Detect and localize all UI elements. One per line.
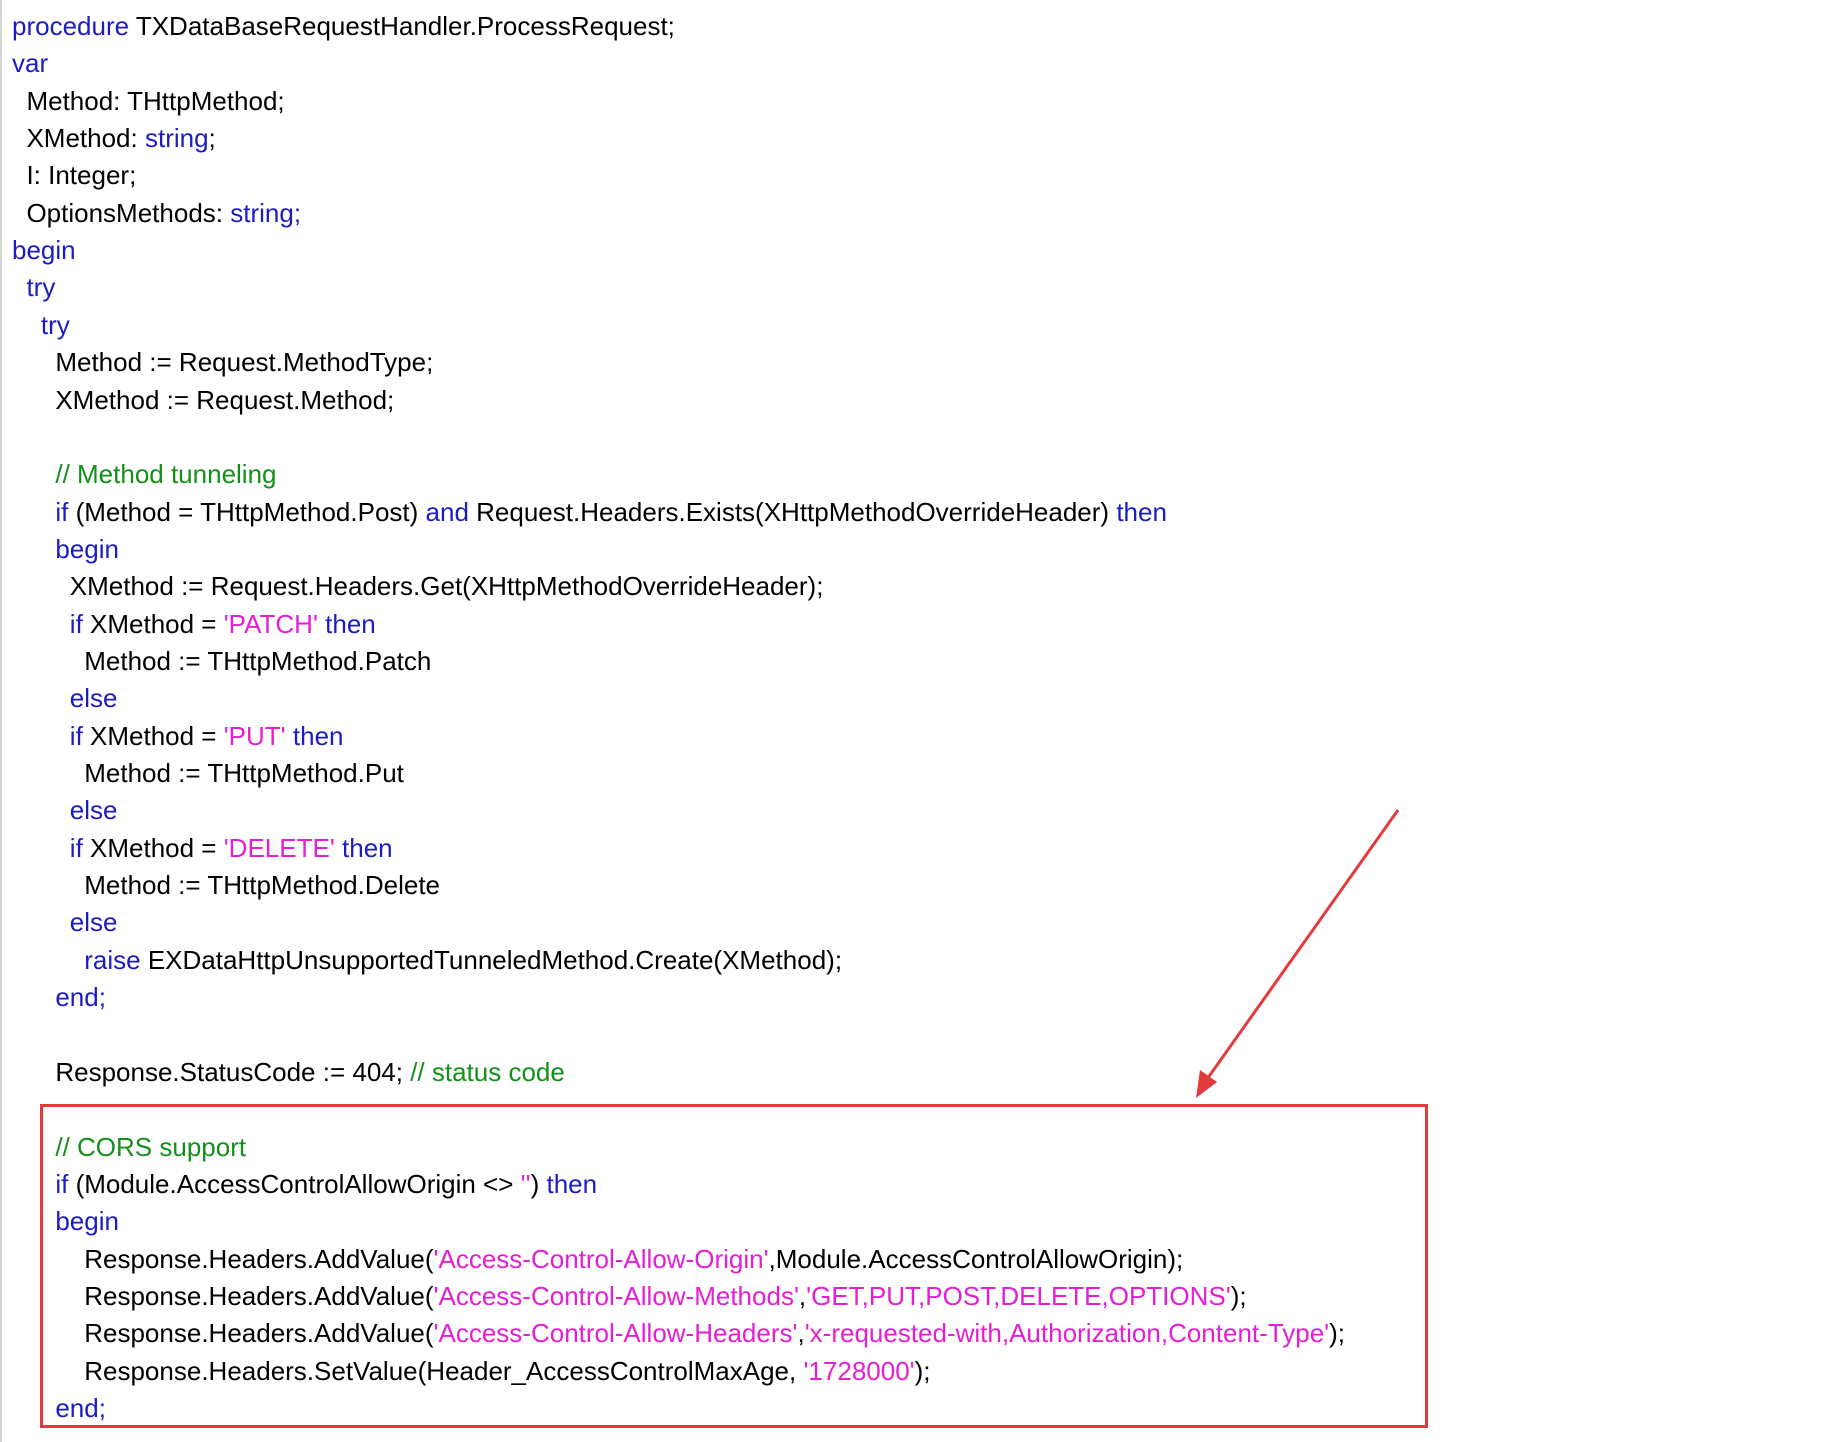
code-token: raise bbox=[84, 944, 141, 975]
code-token: XMethod := Request.Method; bbox=[12, 384, 395, 415]
code-token: (Method = THttpMethod.Post) bbox=[68, 496, 426, 527]
code-line: raise EXDataHttpUnsupportedTunneledMetho… bbox=[12, 942, 842, 979]
code-token: begin bbox=[55, 533, 119, 564]
code-line: else bbox=[12, 904, 118, 941]
code-token: // status code bbox=[410, 1056, 565, 1087]
code-line: Method := THttpMethod.Put bbox=[12, 755, 404, 792]
code-line: XMethod := Request.Method; bbox=[12, 382, 394, 419]
code-token: then bbox=[1116, 496, 1167, 527]
code-token: if bbox=[69, 832, 83, 863]
code-token: var bbox=[12, 48, 49, 79]
code-line: Method := Request.MethodType; bbox=[12, 344, 433, 381]
code-line: else bbox=[12, 680, 118, 717]
code-token: string bbox=[144, 123, 209, 154]
code-token: and bbox=[425, 496, 469, 527]
code-line: I: Integer; bbox=[12, 157, 136, 194]
code-token: ; bbox=[208, 123, 216, 154]
code-token: Method := Request.MethodType; bbox=[12, 347, 434, 378]
code-token: try bbox=[40, 309, 70, 340]
code-token: XMethod = bbox=[82, 720, 224, 751]
code-line: if (Method = THttpMethod.Post) and Reque… bbox=[12, 494, 1167, 531]
code-line: Method := THttpMethod.Patch bbox=[12, 643, 431, 680]
code-line: else bbox=[12, 792, 118, 829]
code-token: else bbox=[69, 683, 118, 714]
code-token: XMethod = bbox=[82, 832, 224, 863]
code-token: Method := THttpMethod.Delete bbox=[12, 870, 441, 901]
code-line: begin bbox=[12, 531, 119, 568]
code-line: if XMethod = 'PUT' then bbox=[12, 718, 344, 755]
code-token: 'DELETE' bbox=[223, 832, 335, 863]
code-token: if bbox=[69, 608, 83, 639]
code-token: then bbox=[292, 720, 344, 751]
code-token: then bbox=[342, 832, 393, 863]
code-line: var bbox=[12, 45, 48, 82]
code-line: end; bbox=[12, 979, 106, 1016]
code-token: procedure bbox=[12, 11, 130, 41]
code-line: XMethod := Request.Headers.Get(XHttpMeth… bbox=[12, 568, 824, 605]
code-line: procedure TXDataBaseRequestHandler.Proce… bbox=[12, 8, 675, 45]
code-token: else bbox=[69, 795, 118, 826]
code-token: string; bbox=[230, 197, 302, 228]
code-token: begin bbox=[12, 235, 76, 266]
code-token: try bbox=[26, 272, 56, 303]
code-token: 'PUT' bbox=[223, 720, 286, 751]
code-line: Response.StatusCode := 404; // status co… bbox=[12, 1054, 565, 1091]
code-line: begin bbox=[12, 232, 76, 269]
code-token: EXDataHttpUnsupportedTunneledMethod.Crea… bbox=[140, 944, 843, 975]
code-line: XMethod: string; bbox=[12, 120, 216, 157]
code-token: 'PATCH' bbox=[223, 608, 318, 639]
code-token: else bbox=[69, 907, 118, 938]
cors-highlight-box bbox=[40, 1104, 1428, 1428]
code-token: // Method tunneling bbox=[55, 459, 277, 490]
code-line: Method: THttpMethod; bbox=[12, 83, 285, 120]
code-token: OptionsMethods: bbox=[12, 197, 231, 228]
code-line: if XMethod = 'PATCH' then bbox=[12, 606, 376, 643]
code-token: XMethod := Request.Headers.Get(XHttpMeth… bbox=[12, 571, 824, 602]
code-token: Response.StatusCode := 404; bbox=[12, 1056, 411, 1087]
code-token: I: Integer; bbox=[12, 160, 137, 191]
code-token: end; bbox=[55, 982, 106, 1013]
code-token: XMethod = bbox=[82, 608, 224, 639]
code-token: Request.Headers.Exists(XHttpMethodOverri… bbox=[468, 496, 1117, 527]
code-line: try bbox=[12, 307, 70, 344]
code-token: Method: THttpMethod; bbox=[12, 85, 285, 116]
code-token: TXDataBaseRequestHandler.ProcessRequest; bbox=[129, 11, 675, 41]
code-token: XMethod: bbox=[12, 123, 145, 154]
code-line: // Method tunneling bbox=[12, 456, 277, 493]
code-token: Method := THttpMethod.Put bbox=[12, 758, 404, 788]
code-token: then bbox=[325, 608, 376, 639]
code-line: try bbox=[12, 269, 55, 306]
code-token: Method := THttpMethod.Patch bbox=[12, 645, 432, 676]
code-token: if bbox=[55, 496, 69, 527]
code-token: if bbox=[69, 720, 83, 751]
code-line: OptionsMethods: string; bbox=[12, 195, 301, 232]
code-line: if XMethod = 'DELETE' then bbox=[12, 830, 393, 867]
code-line: Method := THttpMethod.Delete bbox=[12, 867, 440, 904]
